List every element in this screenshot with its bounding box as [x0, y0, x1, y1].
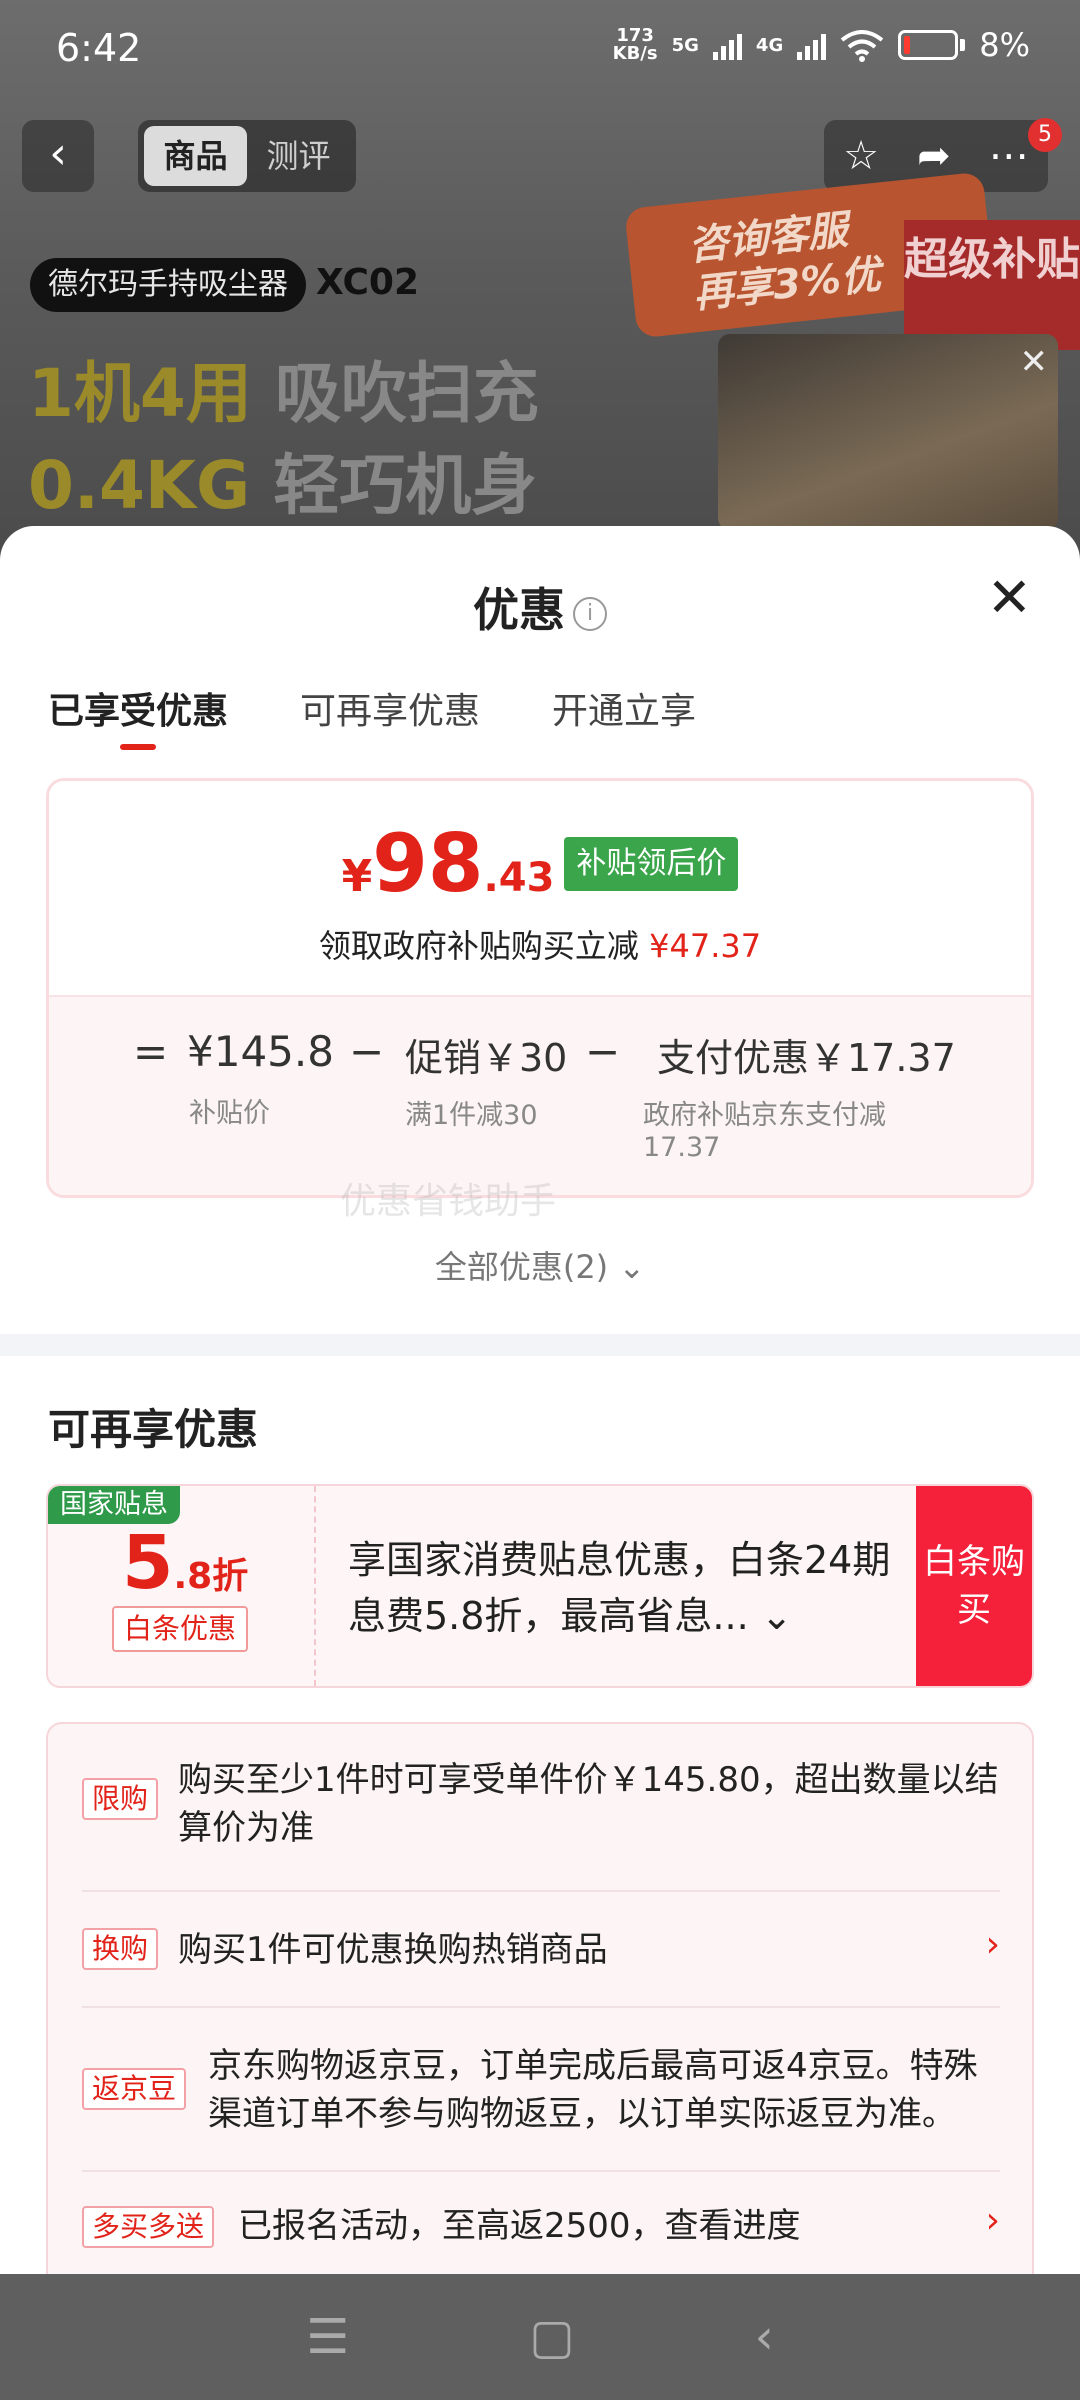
list-item[interactable]: 多买多送 已报名活动，至高返2500，查看进度 › [82, 2172, 1000, 2274]
star-icon[interactable]: ☆ [843, 133, 879, 179]
minus-sign: − [349, 1027, 385, 1076]
product-hero: 6:42 173 KB/s 5G 4G 8% ‹ 商品 测评 ☆ ➦ ⋯ 5 咨… [0, 0, 1080, 560]
signal-5g-label: 5G [671, 34, 699, 56]
super-subsidy-banner: 超级补贴 [904, 220, 1080, 350]
list-item: 返京豆 京东购物返京豆，订单完成后最高可返4京豆。特殊渠道订单不参与购物返豆，以… [82, 2008, 1000, 2172]
list-item[interactable]: 换购 购买1件可优惠换购热销商品 › [82, 1892, 1000, 2008]
battery-icon [898, 30, 959, 60]
final-price: ¥98.43 补贴领后价 [49, 817, 1031, 910]
offer-tag: 多买多送 [82, 2206, 215, 2248]
sheet-title: 优惠 i [0, 574, 1080, 640]
section-divider [0, 1334, 1080, 1356]
share-icon[interactable]: ➦ [917, 133, 951, 179]
chevron-right-icon: › [985, 2200, 1000, 2241]
slogan-line-2: 0.4KG 轻巧机身 [28, 447, 538, 524]
signal-4g-label: 4G [755, 34, 784, 56]
tab-activate[interactable]: 开通立享 [552, 682, 696, 734]
net-speed: 173 KB/s [612, 25, 658, 64]
status-bar: 6:42 173 KB/s 5G 4G 8% [0, 0, 1080, 100]
offer-tabs: 已享受优惠 可再享优惠 开通立享 [48, 682, 696, 750]
close-icon[interactable]: ✕ [987, 566, 1032, 629]
home-icon[interactable]: ▢ [529, 2309, 574, 2365]
pay-discount-label: 政府补贴京东支付减 17.37 [643, 1100, 886, 1163]
base-price: ¥145.8 [187, 1027, 334, 1076]
gov-interest-card[interactable]: 国家贴息 5.8折 白条优惠 享国家消费贴息优惠，白条24期息费5.8折，最高省… [46, 1484, 1034, 1688]
tab-review[interactable]: 测评 [247, 126, 350, 186]
screen: 6:42 173 KB/s 5G 4G 8% ‹ 商品 测评 ☆ ➦ ⋯ 5 咨… [0, 0, 1080, 2400]
close-icon[interactable]: ✕ [1020, 342, 1049, 382]
floating-video[interactable]: ✕ [718, 334, 1058, 530]
battery-percent: 8% [979, 26, 1030, 64]
tab-more-offers[interactable]: 可再享优惠 [300, 682, 480, 734]
equals-sign: = [133, 1027, 169, 1076]
chevron-down-icon: ⌄ [618, 1248, 646, 1286]
subsidy-text: 领取政府补贴购买立减 ¥47.37 [318, 927, 762, 965]
message-badge: 5 [1028, 118, 1062, 152]
back-icon[interactable]: ‹ [755, 2309, 774, 2365]
gov-subsidy-tag: 国家贴息 [48, 1486, 180, 1524]
pay-discount-value: 支付优惠￥17.37 [657, 1036, 956, 1080]
system-nav-bar: ☰ ▢ ‹ [0, 2274, 1080, 2400]
header-tabs: 商品 测评 [138, 120, 356, 192]
gov-card-text: 享国家消费贴息优惠，白条24期息费5.8折，最高省息... ⌄ [348, 1538, 891, 1638]
watermark: 优惠省钱助手 [340, 1181, 557, 1222]
minus-sign: − [585, 1027, 621, 1076]
offers-sheet: 优惠 i ✕ 已享受优惠 可再享优惠 开通立享 ¥98.43 补贴领后价 领取政府补… [0, 526, 1080, 2274]
menu-icon[interactable]: ☰ [306, 2309, 349, 2365]
product-model: XC02 [316, 262, 419, 303]
promo-label: 满1件减30 [405, 1100, 538, 1131]
info-icon[interactable]: i [573, 596, 607, 631]
offer-tag: 限购 [82, 1778, 159, 1820]
baitiao-tag: 白条优惠 [112, 1606, 248, 1652]
price-formula: = ¥145.8 补贴价 − 促销￥30 满1件减30 − 支付优惠￥17.37… [49, 995, 1031, 1195]
list-item: 限购 购买至少1件时可享受单件价￥145.80，超出数量以结算价为准 [82, 1724, 1000, 1892]
status-time: 6:42 [56, 26, 142, 70]
offer-list-card: 限购 购买至少1件时可享受单件价￥145.80，超出数量以结算价为准 换购 购买… [46, 1722, 1034, 2274]
product-tag: 德尔玛手持吸尘器 [30, 258, 306, 312]
slogan-line-1: 1机4用 吸吹扫充 [28, 355, 539, 432]
more-icon[interactable]: ⋯ [989, 133, 1029, 179]
price-label-badge: 补贴领后价 [564, 837, 739, 891]
back-arrow-icon[interactable]: ‹ [22, 120, 94, 192]
price-summary-card: ¥98.43 补贴领后价 领取政府补贴购买立减 ¥47.37 = ¥145.8 补… [46, 778, 1034, 1198]
base-price-label: 补贴价 [189, 1098, 270, 1129]
baitiao-buy-button[interactable]: 白条购买 [916, 1486, 1032, 1686]
promo-value: 促销￥30 [405, 1036, 568, 1080]
offer-tag: 返京豆 [82, 2068, 187, 2110]
tab-product[interactable]: 商品 [144, 126, 247, 186]
tab-enjoyed[interactable]: 已享受优惠 [48, 682, 228, 750]
status-icons: 173 KB/s 5G 4G 8% [613, 26, 1030, 64]
discount-value: 5.8折 [122, 1520, 249, 1606]
signal-icon [712, 30, 742, 60]
offer-tag: 换购 [82, 1928, 159, 1970]
chevron-right-icon: › [985, 1924, 1000, 1965]
chevron-down-icon[interactable]: ⌄ [761, 1594, 793, 1638]
all-offers-toggle[interactable]: 全部优惠(2) ⌄ [0, 1242, 1080, 1288]
section-title: 可再享优惠 [48, 1405, 259, 1454]
wifi-icon [840, 30, 884, 62]
signal-icon-2 [797, 30, 827, 60]
